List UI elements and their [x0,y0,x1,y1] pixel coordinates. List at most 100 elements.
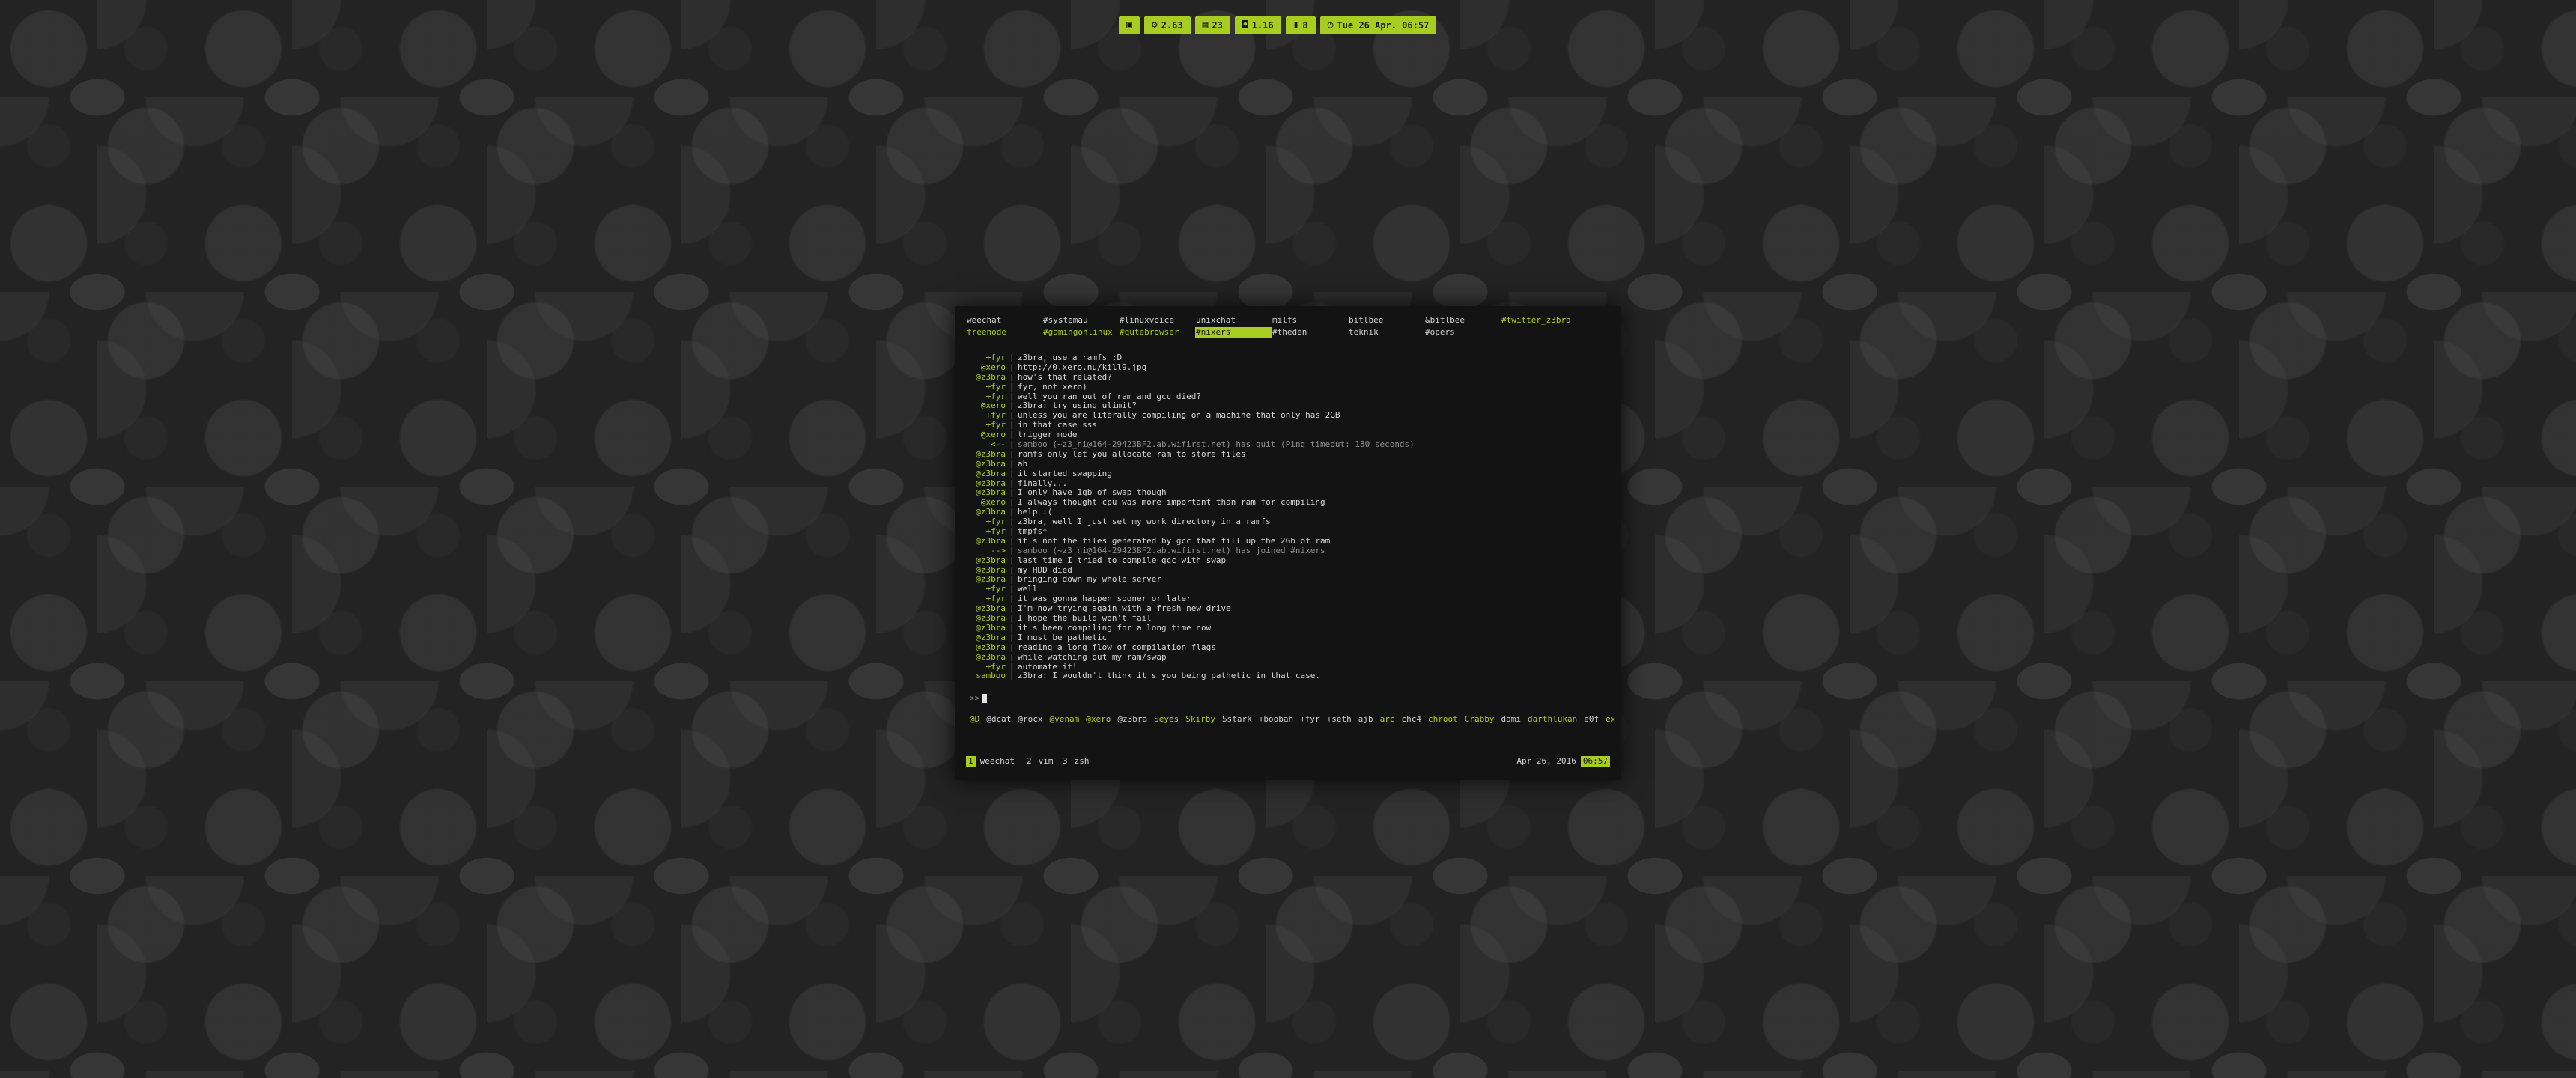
status-pill: ▣ [1119,16,1140,34]
chat-separator: | [1009,371,1015,382]
buffer-item[interactable]: unixchat [1195,315,1272,326]
chat-line: +fyr | tmpfs* [970,526,1614,537]
tmux-time: 06:57 [1580,756,1610,767]
chat-line: +fyr | unless you are literally compiling … [970,410,1614,421]
nick-entry[interactable]: @D [970,714,979,724]
chat-line: +fyr | z3bra, use a ramfs :D [970,353,1614,363]
chat-nick: @z3bra [976,651,1006,662]
desktop-icon: ▣ [1126,19,1132,31]
buffer-item[interactable]: freenode [966,327,1042,338]
nick-entry[interactable]: ajb [1358,714,1373,724]
tmux-window-name: weechat [979,756,1015,766]
nick-entry[interactable]: arc [1380,714,1395,724]
chat-line: +fyr | in that case sss [970,420,1614,430]
input-line[interactable]: >> [970,693,988,703]
nick-entry[interactable]: +fyr [1300,714,1320,724]
tmux-clock: Apr 26, 2016 06:57 [1516,756,1610,767]
buffer-item[interactable]: #twitter_z3bra [1501,315,1577,326]
chat-line: +fyr | it was gonna happen sooner or later [970,594,1614,604]
buffer-item[interactable] [1501,327,1577,338]
chat-nick: +fyr [985,353,1006,362]
chat-separator: | [1009,448,1015,459]
chat-nick: @z3bra [976,632,1006,642]
nick-entry[interactable]: chc4 [1401,714,1421,724]
nick-entry[interactable]: Crabby [1465,714,1495,724]
buffer-item[interactable]: milfs [1272,315,1348,326]
nick-entry[interactable]: @venam [1050,714,1080,724]
chat-nick: @z3bra [976,468,1006,478]
chat-message: I must be pathetic [1018,633,1108,642]
nick-entry[interactable]: Skirby [1185,714,1215,724]
status-pill: ◘ 1.16 [1234,16,1281,34]
chat-message: z3bra, well I just set my work directory… [1018,517,1271,527]
nick-entry[interactable]: Sstark [1222,714,1252,724]
chat-separator: | [1009,555,1015,565]
nick-entry[interactable]: @z3bra [1117,714,1147,724]
chat-line: +fyr | automate it! [970,662,1614,672]
chat-message: bringing down my whole server [1018,575,1162,585]
chat-message: help :( [1018,508,1053,517]
tmux-window[interactable]: 3 zsh [1060,756,1090,767]
chat-nick: @z3bra [976,371,1006,382]
buffer-item[interactable]: bitlbee [1348,315,1424,326]
tmux-date: Apr 26, 2016 [1516,756,1576,766]
chat-nick: @z3bra [976,448,1006,459]
tmux-window-index: 2 [1027,756,1032,766]
buffer-item[interactable]: &bitlbee [1424,315,1501,326]
chat-line: @xero | http://0.xero.nu/kill9.jpg [970,362,1614,373]
buffer-item[interactable]: #theden [1272,327,1348,338]
nick-list: @D @dcat @rocx @venam @xero @z3bra Seyes Skirby… [970,714,1614,724]
chat-nick: samboo [976,671,1006,681]
nick-entry[interactable]: @rocx [1018,714,1042,724]
chat-nick: --> [991,545,1006,555]
chat-message: z3bra: try using ulimit? [1018,401,1137,411]
tmux-window[interactable]: 2 vim [1024,756,1054,767]
nick-entry[interactable]: darthlukan [1528,714,1577,724]
nick-entry[interactable]: @xero [1086,714,1111,724]
nick-entry[interactable]: Seyes [1154,714,1179,724]
chat-line: <-- | samboo (~z3_ni@164-29423BF2.ab.wifir… [970,439,1614,450]
chat-message: how's that related? [1018,372,1112,382]
chat-line: @z3bra | I hope the build won't fail [970,613,1614,624]
chat-message: while watching out my ram/swap [1018,652,1167,662]
chat-separator: | [1009,622,1015,633]
buffer-item[interactable]: #opers [1424,327,1501,338]
buffer-item[interactable]: #nixers [1195,327,1272,338]
chat-nick: @z3bra [976,458,1006,469]
chat-nick: <-- [991,439,1006,450]
chat-line: @z3bra | ramfs only let you allocate ram t… [970,448,1614,460]
buffer-item[interactable]: teknik [1348,327,1424,338]
chat-nick: @z3bra [976,555,1006,565]
cpu-icon: ⚙ [1151,19,1158,31]
chat-line: @xero | z3bra: try using ulimit? [970,401,1614,411]
nick-entry[interactable]: +seth [1327,714,1352,724]
chat-line: @z3bra | it's not the files generated by g… [970,536,1614,546]
nick-entry[interactable]: +boobah [1259,714,1293,724]
chat-message: finally... [1018,478,1068,488]
buffer-item[interactable]: #gamingonlinux [1042,327,1119,338]
nick-entry[interactable]: dami [1501,714,1521,724]
chat-nick: @z3bra [976,642,1006,652]
chat-message: tmpfs* [1018,527,1048,537]
buffer-item[interactable]: weechat [966,315,1042,326]
nick-entry[interactable]: e0f [1584,714,1599,724]
status-pill: ▮ 8 [1285,16,1316,34]
chat-message: it started swapping [1018,469,1112,478]
chat-message: z3bra: I wouldn't think it's you being p… [1018,672,1320,681]
buffer-item[interactable]: #linuxvoice [1119,315,1195,326]
terminal-window[interactable]: weechat #systemau #linuxvoice unixchat milfs… [955,306,1621,780]
nick-entry[interactable]: extra [1606,714,1614,724]
tmux-status-bar: Apr 26, 2016 06:57 1 weechat 2 vim 3 zsh [966,756,1610,767]
tmux-window-index: 1 [966,756,976,767]
status-value: Tue 26 Apr. 06:57 [1337,20,1430,31]
chat-separator: | [1009,651,1015,662]
status-value: 2.63 [1161,20,1183,31]
buffer-item[interactable]: #qutebrowser [1119,327,1195,338]
nick-entry[interactable]: @dcat [986,714,1011,724]
buffer-item[interactable]: #systemau [1042,315,1119,326]
nick-entry[interactable]: chroot [1428,714,1458,724]
tmux-window[interactable]: 1 weechat [966,756,1015,767]
chat-message: it's been compiling for a long time now [1018,623,1212,633]
chat-separator: | [1009,468,1015,478]
chat-line: @z3bra | how's that related? [970,371,1614,383]
